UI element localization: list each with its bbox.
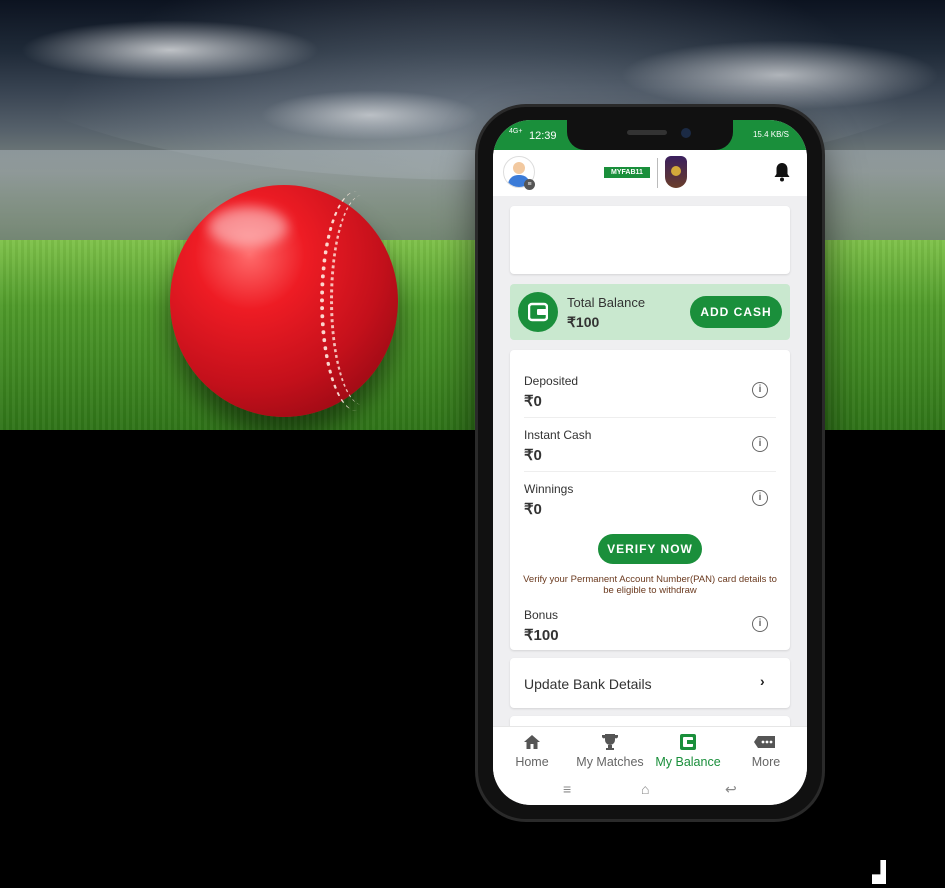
corner-decoration <box>872 860 886 884</box>
next-list-item <box>510 716 790 726</box>
tab-label: More <box>751 755 781 769</box>
menu-icon[interactable]: ≡ <box>524 179 535 190</box>
chevron-right-icon: › <box>760 673 765 689</box>
wallet-icon <box>518 292 558 332</box>
add-cash-button[interactable]: ADD CASH <box>690 296 782 328</box>
deposited-row: Deposited ₹0 i <box>510 366 790 418</box>
logo-divider <box>657 158 658 188</box>
divider <box>524 471 776 472</box>
tab-my-balance[interactable]: My Balance <box>649 727 727 777</box>
update-bank-details-item[interactable]: Update Bank Details › <box>510 658 790 708</box>
tab-more[interactable]: More <box>727 727 805 777</box>
cricket-ball <box>170 185 398 417</box>
floodlight-glow <box>260 90 480 140</box>
instant-cash-label: Instant Cash <box>524 428 592 442</box>
ball-seam <box>330 195 395 405</box>
ball-shine <box>208 207 288 247</box>
status-right-info: 15.4 KB/S <box>752 130 789 139</box>
total-balance-amount: ₹100 <box>567 314 600 330</box>
wallet-icon <box>680 734 696 750</box>
info-icon[interactable]: i <box>752 616 768 632</box>
divider <box>524 417 776 418</box>
banner-card <box>510 206 790 274</box>
phone-notch <box>567 120 733 150</box>
tab-my-matches[interactable]: My Matches <box>571 727 649 777</box>
update-bank-details-label: Update Bank Details <box>524 676 652 692</box>
winnings-amount: ₹0 <box>524 501 542 518</box>
tab-label: My Balance <box>655 755 721 769</box>
network-indicator: 4G+ <box>509 128 523 135</box>
bonus-amount: ₹100 <box>524 627 559 644</box>
info-icon[interactable]: i <box>752 436 768 452</box>
instant-cash-row: Instant Cash ₹0 i <box>510 420 790 472</box>
balance-content: Total Balance ₹100 ADD CASH Deposited ₹0… <box>493 196 807 726</box>
app-header: ≡ MYFAB11 <box>493 150 807 196</box>
bottom-tab-bar: Home My Matches My Balance More <box>493 726 807 777</box>
speaker <box>627 130 667 135</box>
verify-now-button[interactable]: VERIFY NOW <box>598 534 702 564</box>
system-nav-bar: ≡ ⌂ ↩ <box>493 776 807 805</box>
info-icon[interactable]: i <box>752 490 768 506</box>
camera <box>681 128 691 138</box>
brand-logo: MYFAB11 <box>604 167 650 178</box>
deposited-label: Deposited <box>524 374 579 388</box>
winnings-row: Winnings ₹0 i <box>510 474 790 526</box>
instant-cash-amount: ₹0 <box>524 447 542 464</box>
bonus-label: Bonus <box>524 608 559 622</box>
bonus-row: Bonus ₹100 i <box>510 600 790 652</box>
tab-label: My Matches <box>576 755 644 769</box>
balance-breakdown-card: Deposited ₹0 i Instant Cash ₹0 i Winning… <box>510 350 790 650</box>
tab-label: Home <box>515 755 549 769</box>
team-shield-icon <box>665 156 687 188</box>
clock: 12:39 <box>529 130 557 142</box>
bell-icon[interactable] <box>773 162 791 182</box>
menu-nav-icon[interactable]: ≡ <box>563 781 571 797</box>
pan-verify-note: Verify your Permanent Account Number(PAN… <box>523 574 777 596</box>
deposited-amount: ₹0 <box>524 393 542 410</box>
total-balance-card: Total Balance ₹100 ADD CASH <box>510 284 790 340</box>
floodlight-glow <box>620 40 940 110</box>
home-nav-icon[interactable]: ⌂ <box>641 781 649 797</box>
floodlight-glow <box>20 20 320 80</box>
back-nav-icon[interactable]: ↩ <box>725 781 737 798</box>
trophy-icon <box>602 734 618 750</box>
home-icon <box>524 735 540 749</box>
app-screen: 4G+ 12:39 15.4 KB/S ≡ MYFAB11 Total Bala… <box>493 120 807 805</box>
avatar-face <box>513 162 525 174</box>
info-icon[interactable]: i <box>752 382 768 398</box>
total-balance-label: Total Balance <box>567 295 646 310</box>
winnings-label: Winnings <box>524 482 574 496</box>
tab-home[interactable]: Home <box>493 727 571 777</box>
more-icon <box>754 736 775 748</box>
